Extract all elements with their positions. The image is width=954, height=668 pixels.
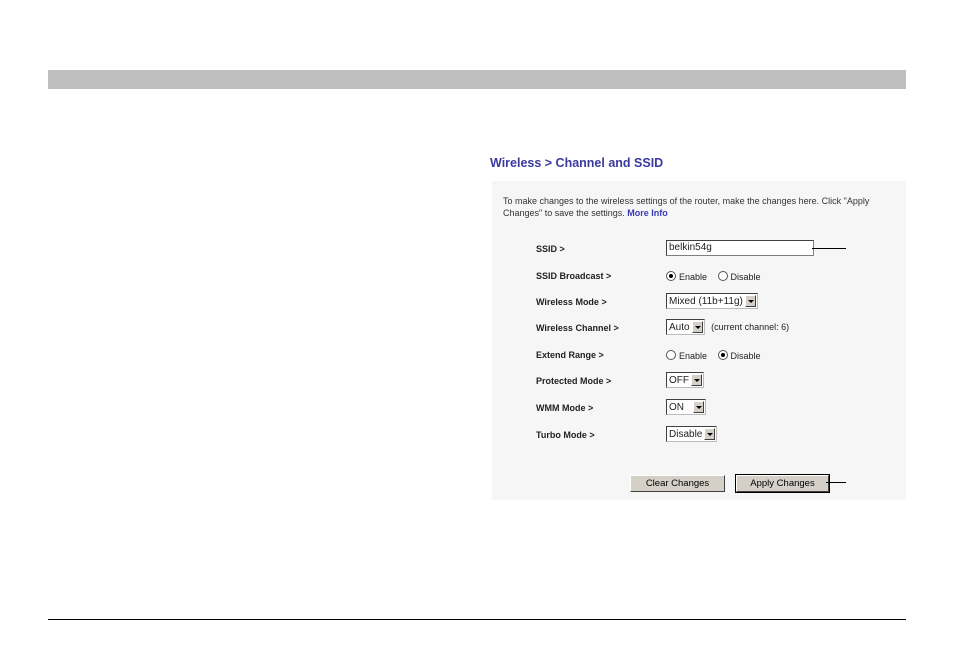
extend-range-enable-label: Enable (679, 351, 708, 361)
apply-changes-button[interactable]: Apply Changes (735, 474, 830, 493)
extend-range-disable-label: Disable (730, 351, 761, 361)
current-channel-hint: (current channel: 6) (711, 322, 790, 332)
chevron-down-icon[interactable] (691, 374, 702, 386)
chevron-down-icon[interactable] (693, 401, 704, 413)
clear-changes-button[interactable]: Clear Changes (630, 475, 725, 492)
turbo-mode-select[interactable]: Disable (666, 426, 718, 442)
extend-range-label: Extend Range > (536, 350, 604, 360)
ssid-input[interactable]: belkin54g (666, 240, 814, 256)
ssid-broadcast-disable-label: Disable (730, 272, 761, 282)
wireless-mode-select[interactable]: Mixed (11b+11g) (666, 293, 758, 309)
protected-mode-select[interactable]: OFF (666, 372, 704, 388)
ssid-label: SSID > (536, 244, 565, 254)
extend-range-enable-radio[interactable] (666, 350, 676, 360)
wireless-mode-label: Wireless Mode > (536, 297, 607, 307)
chevron-down-icon[interactable] (744, 295, 756, 307)
extend-range-disable-radio[interactable] (717, 350, 728, 360)
apply-callout-line (826, 482, 846, 483)
more-info-link[interactable]: More Info (627, 208, 668, 218)
wmm-mode-label: WMM Mode > (536, 403, 594, 413)
wireless-mode-value: Mixed (11b+11g) (669, 295, 743, 307)
ssid-broadcast-label: SSID Broadcast > (536, 271, 612, 281)
intro-text: To make changes to the wireless settings… (503, 196, 870, 218)
chevron-down-icon[interactable] (704, 428, 716, 440)
wmm-mode-value: ON (669, 401, 684, 413)
footer-rule (48, 619, 906, 620)
header-bar (48, 70, 906, 89)
protected-mode-value: OFF (669, 374, 689, 386)
wireless-channel-label: Wireless Channel > (536, 323, 619, 333)
ssid-broadcast-enable-label: Enable (679, 272, 708, 282)
intro-paragraph: To make changes to the wireless settings… (503, 195, 905, 219)
settings-form: To make changes to the wireless settings… (492, 181, 906, 500)
ssid-callout-line (812, 248, 846, 249)
ssid-broadcast-radio-group: Enable Disable (666, 271, 769, 282)
chevron-down-icon[interactable] (691, 321, 703, 333)
page-title: Wireless > Channel and SSID (490, 156, 664, 170)
extend-range-radio-group: Enable Disable (666, 350, 769, 361)
ssid-broadcast-enable-radio[interactable] (666, 271, 676, 281)
turbo-mode-value: Disable (669, 428, 703, 440)
protected-mode-label: Protected Mode > (536, 376, 612, 386)
wireless-channel-value: Auto (669, 321, 690, 333)
wireless-channel-select[interactable]: Auto (666, 319, 705, 335)
wmm-mode-select[interactable]: ON (666, 399, 706, 415)
turbo-mode-label: Turbo Mode > (536, 430, 595, 440)
ssid-broadcast-disable-radio[interactable] (717, 271, 728, 281)
wireless-settings-panel: Wireless > Channel and SSID To make chan… (490, 154, 906, 500)
